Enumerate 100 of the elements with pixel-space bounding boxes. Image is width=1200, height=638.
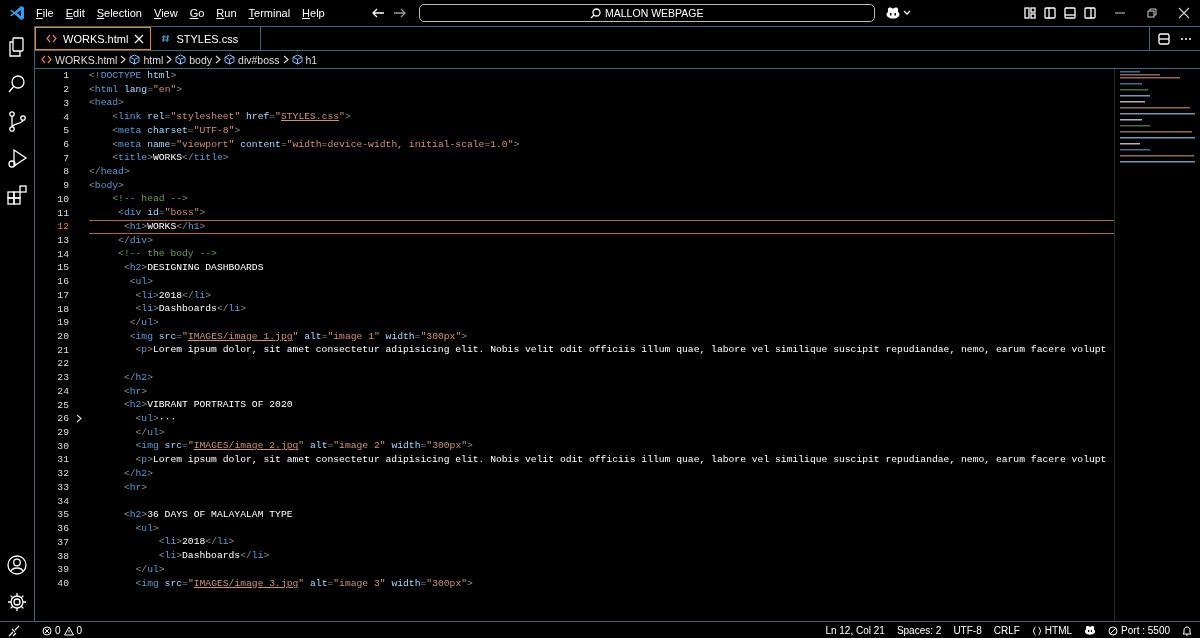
code-line: <hr> (122, 480, 148, 495)
breadcrumb-item[interactable]: body (175, 53, 213, 66)
more-actions-icon[interactable] (1180, 36, 1192, 41)
code-line: <img src="IMAGES/image 1.jpg" alt="image 1" width="300px"> (128, 329, 468, 344)
line-number: 32 (56, 468, 69, 480)
breadcrumb-item[interactable]: div#boss (224, 53, 280, 66)
code-line: <h1>WORKS</h1> (122, 220, 206, 233)
code-line: <div id="boss"> (117, 206, 206, 220)
code-line: <img src="IMAGES/image 3.jpg" alt="image 3" width="300px"> (134, 576, 473, 591)
status-item[interactable]: UTF-8 (953, 625, 982, 636)
code-editor-logo-icon (9, 5, 25, 21)
search-icon[interactable] (6, 73, 28, 95)
run-debug-icon[interactable] (6, 147, 28, 169)
menu-item[interactable]: Run (210, 7, 243, 19)
cube-icon (129, 54, 141, 65)
panel-toggle-icon[interactable] (1064, 7, 1076, 19)
bell-icon[interactable] (1182, 625, 1192, 636)
line-number: 4 (62, 111, 69, 123)
code-line: </head> (89, 165, 130, 179)
menu-item[interactable]: Terminal (242, 7, 297, 19)
code-line: </div> (117, 233, 153, 248)
line-number: 40 (56, 577, 69, 589)
line-number: 39 (56, 564, 69, 576)
forward-arrow-icon[interactable] (392, 7, 407, 19)
breadcrumb-item[interactable]: html (129, 53, 164, 66)
cube-icon (291, 54, 303, 65)
line-number: 12 (56, 221, 69, 233)
code-line: <title>WORKS</title> (111, 151, 229, 166)
code-line: <img src="IMAGES/image 2.jpg" alt="image 2" width="300px"> (134, 439, 473, 454)
line-number: 15 (56, 262, 69, 274)
extensions-icon[interactable] (6, 184, 28, 206)
blocked-icon (1108, 625, 1119, 636)
code-line: <h2>VIBRANT PORTRAITS OF 2020 (122, 398, 293, 412)
sidebar-toggle-icon[interactable] (1044, 7, 1056, 19)
code-line: <meta charset="UTF-8"> (111, 123, 241, 138)
braces-icon (1031, 625, 1042, 636)
line-number: 8 (62, 166, 69, 178)
split-editor-icon[interactable] (1158, 32, 1170, 45)
chevron-right-icon (166, 55, 173, 64)
code-line: </ul> (134, 562, 165, 577)
code-line: <hr> (122, 384, 148, 399)
line-number: 18 (56, 303, 69, 315)
back-arrow-icon[interactable] (370, 7, 385, 19)
code-line: <li>2018</li> (134, 288, 212, 303)
line-number: 6 (62, 138, 69, 150)
line-number: 17 (56, 289, 69, 301)
editor-tab[interactable]: STYLES.css (151, 27, 262, 50)
menu-item[interactable]: View (148, 7, 184, 19)
line-number: 36 (56, 523, 69, 535)
status-item[interactable]: CRLF (993, 625, 1020, 636)
line-number: 34 (56, 495, 69, 507)
code-line: <html lang="en"> (89, 82, 183, 97)
layout-icon[interactable] (1024, 7, 1036, 19)
account-icon[interactable] (6, 554, 28, 576)
code-line: <meta name="viewport" content="width=device-width, initial-scale=1.0"> (111, 137, 520, 152)
breadcrumb-item[interactable]: h1 (291, 53, 318, 66)
menu-item[interactable]: Selection (90, 7, 148, 19)
line-number: 2 (62, 84, 69, 96)
remote-icon[interactable] (8, 624, 20, 637)
line-number: 21 (56, 344, 69, 356)
chevron-down-icon[interactable] (902, 10, 911, 16)
cube-icon (175, 54, 187, 65)
secondary-sidebar-toggle-icon[interactable] (1084, 7, 1096, 19)
port-status[interactable]: Port : 5500 (1108, 625, 1170, 636)
menu-item[interactable]: File (30, 7, 60, 19)
settings-icon[interactable] (6, 591, 28, 613)
line-number: 26 (56, 413, 69, 425)
code-line: <!-- the body --> (117, 247, 217, 262)
breadcrumb-item[interactable]: WORKS.html (41, 53, 118, 66)
code-brackets-icon (41, 55, 52, 64)
error-icon (42, 625, 52, 636)
chevron-right-icon (120, 55, 127, 64)
menu-item[interactable]: Go (183, 7, 211, 19)
status-item[interactable]: Spaces: 2 (896, 625, 942, 636)
problems-indicator[interactable]: 0 0 (42, 625, 83, 636)
line-number: 31 (56, 454, 69, 466)
code-line: <p>Lorem ipsum dolor, sit amet consectetur adipisicing elit. Nobis velit odit officiis illum quae, labore vel similique suscipit repudiandae, nemo, earum facere volupt (134, 453, 1107, 467)
chevron-right-icon[interactable] (76, 414, 82, 424)
code-line: <li>Dashboards</li> (134, 302, 247, 316)
status-item[interactable]: Ln 12, Col 21 (825, 625, 885, 636)
code-line: <h2>36 DAYS OF MALAYALAM TYPE (122, 508, 293, 522)
command-search-field[interactable]: MALLON WEBPAGE (418, 4, 875, 22)
code-line: <li>Dashboards</li> (157, 549, 270, 563)
close-icon[interactable] (1178, 7, 1190, 19)
editor-tab[interactable]: WORKS.html (35, 27, 152, 50)
search-icon (590, 7, 602, 19)
menu-item[interactable]: Edit (59, 7, 91, 19)
cube-icon (224, 54, 236, 65)
line-number: 25 (56, 399, 69, 411)
menu-item[interactable]: Help (296, 7, 331, 19)
source-control-icon[interactable] (6, 110, 28, 132)
line-number: 20 (56, 331, 69, 342)
line-number: 16 (56, 276, 69, 288)
line-number: 13 (56, 235, 69, 246)
assistant-icon[interactable] (884, 6, 901, 20)
assistant-icon[interactable] (1084, 625, 1097, 636)
language-mode[interactable]: HTML (1031, 625, 1073, 636)
code-line: <ul> (134, 521, 159, 536)
line-number: 30 (56, 440, 69, 452)
restore-icon[interactable] (1146, 7, 1158, 19)
